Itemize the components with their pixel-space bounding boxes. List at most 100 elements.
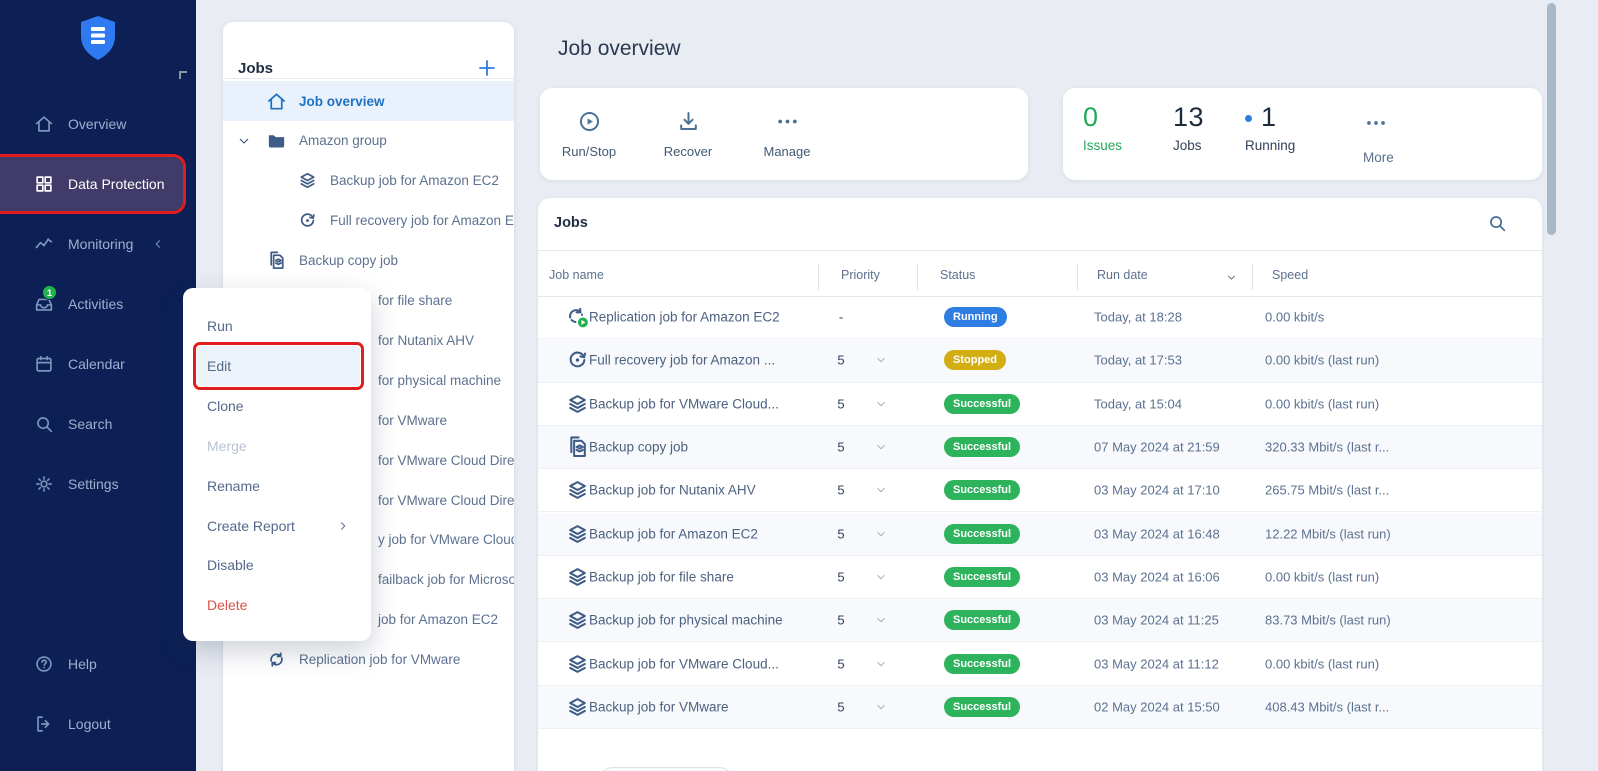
priority-value: 5 bbox=[828, 569, 854, 584]
sidebar-item-label: Settings bbox=[68, 476, 119, 492]
chevron-right-icon bbox=[336, 519, 350, 533]
menu-item-rename[interactable]: Rename bbox=[197, 466, 360, 506]
sort-chevron-down-icon[interactable] bbox=[1225, 271, 1238, 284]
job-name[interactable]: Backup job for file share bbox=[589, 569, 734, 584]
menu-item-label: Rename bbox=[207, 478, 260, 494]
logout-icon bbox=[33, 713, 55, 735]
table-row-backup-job-for-file-share[interactable]: Backup job for file share5Successful03 M… bbox=[538, 556, 1542, 599]
priority-value: 5 bbox=[828, 699, 854, 714]
menu-item-disable[interactable]: Disable bbox=[197, 545, 360, 585]
sidebar-item-settings[interactable]: Settings bbox=[0, 462, 196, 506]
column-header-priority[interactable]: Priority bbox=[841, 268, 880, 282]
priority-dropdown-chevron-icon[interactable] bbox=[874, 397, 888, 411]
backup-icon bbox=[564, 477, 591, 504]
tree-item-backup-copy-job[interactable]: Backup copy job bbox=[223, 241, 514, 281]
divider bbox=[223, 78, 514, 79]
priority-dropdown-chevron-icon[interactable] bbox=[874, 483, 888, 497]
job-name[interactable]: Backup job for Amazon EC2 bbox=[589, 526, 758, 541]
recover-button[interactable]: Recover bbox=[647, 108, 729, 159]
table-row-backup-copy-job[interactable]: Backup copy job5Successful07 May 2024 at… bbox=[538, 426, 1542, 469]
column-header-status[interactable]: Status bbox=[940, 268, 975, 282]
job-name[interactable]: Backup copy job bbox=[589, 440, 688, 455]
job-name[interactable]: Backup job for VMware bbox=[589, 699, 729, 714]
tree-item-backup-job-for-amazon-ec2[interactable]: Backup job for Amazon EC2 bbox=[223, 161, 514, 201]
stat-value: 1 bbox=[1261, 102, 1277, 132]
show-more-button[interactable] bbox=[598, 767, 734, 771]
column-header-run-date[interactable]: Run date bbox=[1097, 268, 1148, 282]
job-name[interactable]: Backup job for Nutanix AHV bbox=[589, 483, 756, 498]
sidebar-item-help[interactable]: Help bbox=[0, 642, 196, 686]
run-stop-button[interactable]: Run/Stop bbox=[548, 108, 630, 159]
tree-item-label: for Nutanix AHV bbox=[378, 333, 474, 348]
scrollbar-thumb[interactable] bbox=[1547, 3, 1556, 235]
menu-item-run[interactable]: Run bbox=[197, 306, 360, 346]
table-row-full-recovery-job-for-amazon[interactable]: Full recovery job for Amazon ...5Stopped… bbox=[538, 339, 1542, 382]
sidebar-item-label: Search bbox=[68, 416, 112, 432]
search-icon[interactable] bbox=[1486, 212, 1510, 236]
tree-item-job-overview[interactable]: Job overview bbox=[223, 81, 514, 121]
table-row-backup-job-for-nutanix-ahv[interactable]: Backup job for Nutanix AHV5Successful03 … bbox=[538, 469, 1542, 512]
manage-button[interactable]: Manage bbox=[746, 108, 828, 159]
priority-dropdown-chevron-icon[interactable] bbox=[874, 353, 888, 367]
priority-dropdown-chevron-icon[interactable] bbox=[874, 527, 888, 541]
priority-dropdown-chevron-icon[interactable] bbox=[874, 700, 888, 714]
job-name[interactable]: Replication job for Amazon EC2 bbox=[589, 310, 780, 325]
table-row-backup-job-for-vmware-cloud[interactable]: Backup job for VMware Cloud...5Successfu… bbox=[538, 642, 1542, 685]
speed: 83.73 Mbit/s (last run) bbox=[1265, 613, 1391, 628]
status-badge: Successful bbox=[944, 567, 1020, 587]
table-row-backup-job-for-vmware[interactable]: Backup job for VMware5Successful02 May 2… bbox=[538, 686, 1542, 729]
status-badge: Successful bbox=[944, 480, 1020, 500]
job-name[interactable]: Backup job for physical machine bbox=[589, 613, 783, 628]
priority-value: 5 bbox=[828, 483, 854, 498]
priority-dropdown-chevron-icon[interactable] bbox=[874, 657, 888, 671]
speed: 0.00 kbit/s (last run) bbox=[1265, 656, 1379, 671]
monitoring-icon bbox=[33, 233, 55, 255]
sidebar-item-search[interactable]: Search bbox=[0, 402, 196, 446]
chevron-left-icon bbox=[147, 237, 169, 251]
stat-more[interactable]: More bbox=[1363, 102, 1394, 165]
sidebar-item-overview[interactable]: Overview bbox=[0, 102, 196, 146]
job-name[interactable]: Backup job for VMware Cloud... bbox=[589, 396, 779, 411]
recovery-icon bbox=[296, 209, 319, 232]
priority-value: 5 bbox=[828, 440, 854, 455]
tree-item-label: for VMware Cloud Direc bbox=[378, 493, 514, 508]
tree-item-replication-job-for-vmware[interactable]: Replication job for VMware bbox=[223, 640, 514, 680]
sidebar-item-activities[interactable]: Activities1 bbox=[0, 282, 196, 326]
backup-icon bbox=[564, 520, 591, 547]
menu-item-clone[interactable]: Clone bbox=[197, 386, 360, 426]
sidebar-corner-mark bbox=[179, 71, 187, 79]
stat-issues: 0Issues bbox=[1083, 102, 1122, 153]
column-header-speed[interactable]: Speed bbox=[1272, 268, 1308, 282]
menu-item-label: Clone bbox=[207, 398, 244, 414]
sidebar-item-calendar[interactable]: Calendar bbox=[0, 342, 196, 386]
menu-item-delete[interactable]: Delete bbox=[197, 585, 360, 625]
replication-run-icon bbox=[564, 304, 591, 331]
table-row-backup-job-for-physical-machine[interactable]: Backup job for physical machine5Successf… bbox=[538, 599, 1542, 642]
sidebar-item-logout[interactable]: Logout bbox=[0, 702, 196, 746]
table-row-replication-job-for-amazon-ec2[interactable]: Replication job for Amazon EC2-RunningTo… bbox=[538, 296, 1542, 339]
job-name[interactable]: Full recovery job for Amazon ... bbox=[589, 353, 775, 368]
chevron-down-icon bbox=[236, 133, 252, 149]
column-header-job-name[interactable]: Job name bbox=[549, 268, 604, 282]
table-row-backup-job-for-vmware-cloud[interactable]: Backup job for VMware Cloud...5Successfu… bbox=[538, 383, 1542, 426]
sidebar-item-monitoring[interactable]: Monitoring bbox=[0, 222, 196, 266]
stat-label: Issues bbox=[1083, 138, 1122, 153]
menu-item-create-report[interactable]: Create Report bbox=[197, 506, 360, 546]
priority-dropdown-chevron-icon[interactable] bbox=[874, 570, 888, 584]
priority-dropdown-chevron-icon[interactable] bbox=[874, 613, 888, 627]
tree-item-label: for VMware Cloud Direc bbox=[378, 453, 514, 468]
backup-icon bbox=[564, 693, 591, 720]
settings-icon bbox=[33, 473, 55, 495]
add-job-button[interactable] bbox=[475, 56, 503, 84]
menu-item-edit[interactable]: Edit bbox=[197, 346, 360, 386]
sidebar-item-data-protection[interactable]: Data Protection bbox=[0, 157, 183, 211]
sidebar-item-label: Activities bbox=[68, 296, 123, 312]
menu-item-label: Create Report bbox=[207, 518, 295, 534]
menu-item-label: Run bbox=[207, 318, 233, 334]
priority-value: 5 bbox=[828, 353, 854, 368]
priority-dropdown-chevron-icon[interactable] bbox=[874, 440, 888, 454]
job-name[interactable]: Backup job for VMware Cloud... bbox=[589, 656, 779, 671]
tree-item-amazon-group[interactable]: Amazon group bbox=[223, 121, 514, 161]
table-row-backup-job-for-amazon-ec2[interactable]: Backup job for Amazon EC25Successful03 M… bbox=[538, 513, 1542, 556]
tree-item-full-recovery-job-for-amazon-e[interactable]: Full recovery job for Amazon E bbox=[223, 201, 514, 241]
